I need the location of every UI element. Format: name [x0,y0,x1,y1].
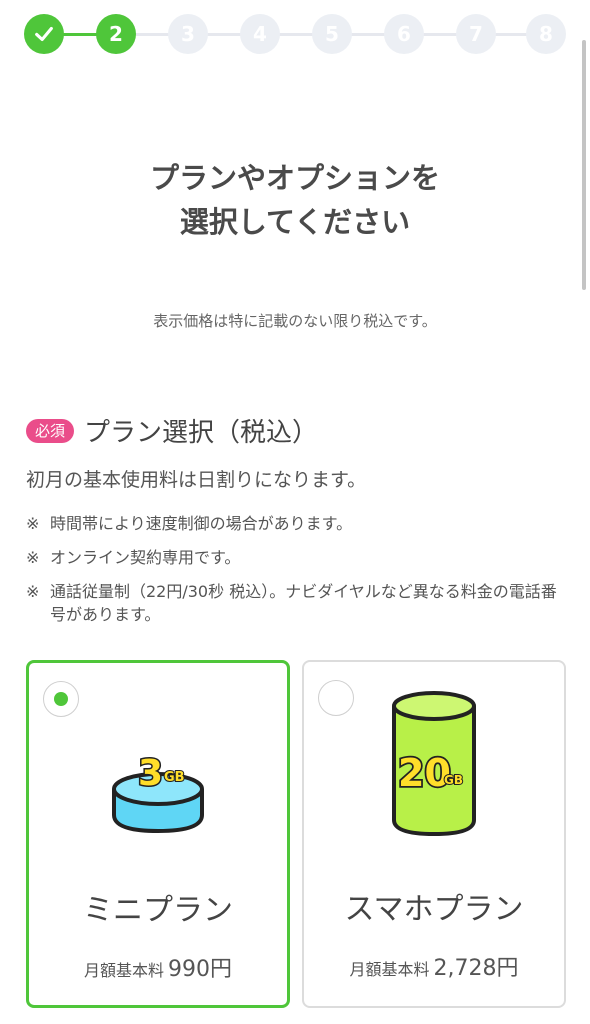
check-icon [35,26,53,42]
step-1-completed [24,14,64,54]
price-label: 月額基本料 [83,961,164,980]
step-3: 3 [168,14,208,54]
price-value: 2,728円 [433,956,519,981]
data-amount-label: 3 [138,753,163,794]
note-item: ※ 時間帯により速度制御の場合があります。 [26,512,566,535]
step-7: 7 [456,14,496,54]
price-value: 990円 [168,957,232,982]
page-title: プランやオプションを 選択してください [0,156,590,244]
page-title-line-1: プランやオプションを [149,161,440,195]
required-badge: 必須 [26,418,75,443]
notes-list: ※ 時間帯により速度制御の場合があります。 ※ オンライン契約専用です。 ※ 通… [26,512,566,637]
plan-card-smartphone[interactable]: 20 GB スマホプラン 月額基本料 2,728円 [302,660,566,1008]
plan-section-header: 必須 プラン選択（税込） [26,412,318,449]
smartphone-plan-cylinder-icon: 20 GB [304,684,564,840]
price-label: 月額基本料 [349,960,430,979]
step-8: 8 [526,14,566,54]
mini-plan-disc-icon: 3 GB [29,739,287,839]
section-title: プラン選択（税込） [84,418,319,448]
data-amount-label: 20 [398,751,451,795]
note-text: 時間帯により速度制御の場合があります。 [50,514,353,533]
plan-price: 月額基本料 2,728円 [304,950,564,982]
plan-price: 月額基本料 990円 [29,951,287,983]
page-title-line-2: 選択してください [179,205,411,239]
note-mark: ※ [26,514,40,533]
radio-selected-dot [54,692,68,706]
data-unit-label: GB [164,770,185,785]
tax-note: 表示価格は特に記載のない限り税込です。 [153,312,437,330]
step-6: 6 [384,14,424,54]
progress-stepper: 2 3 4 5 6 7 8 [24,14,566,54]
plan-name: スマホプラン [344,892,524,927]
note-item: ※ オンライン契約専用です。 [26,546,566,569]
plan-radio-mini[interactable] [43,681,79,717]
step-4: 4 [240,14,280,54]
section-description: 初月の基本使用料は日割りになります。 [26,469,367,491]
step-2-current: 2 [96,14,136,54]
note-mark: ※ [26,582,40,601]
plan-name: ミニプラン [83,893,233,928]
note-item: ※ 通話従量制（22円/30秒 税込）。ナビダイヤルなど異なる料金の電話番号があ… [26,580,566,626]
data-unit-label: GB [444,773,463,787]
plan-card-mini[interactable]: 3 GB ミニプラン 月額基本料 990円 [26,660,290,1008]
note-mark: ※ [26,548,40,567]
note-text: オンライン契約専用です。 [50,548,241,567]
note-text: 通話従量制（22円/30秒 税込）。ナビダイヤルなど異なる料金の電話番号がありま… [50,582,557,624]
step-5: 5 [312,14,352,54]
